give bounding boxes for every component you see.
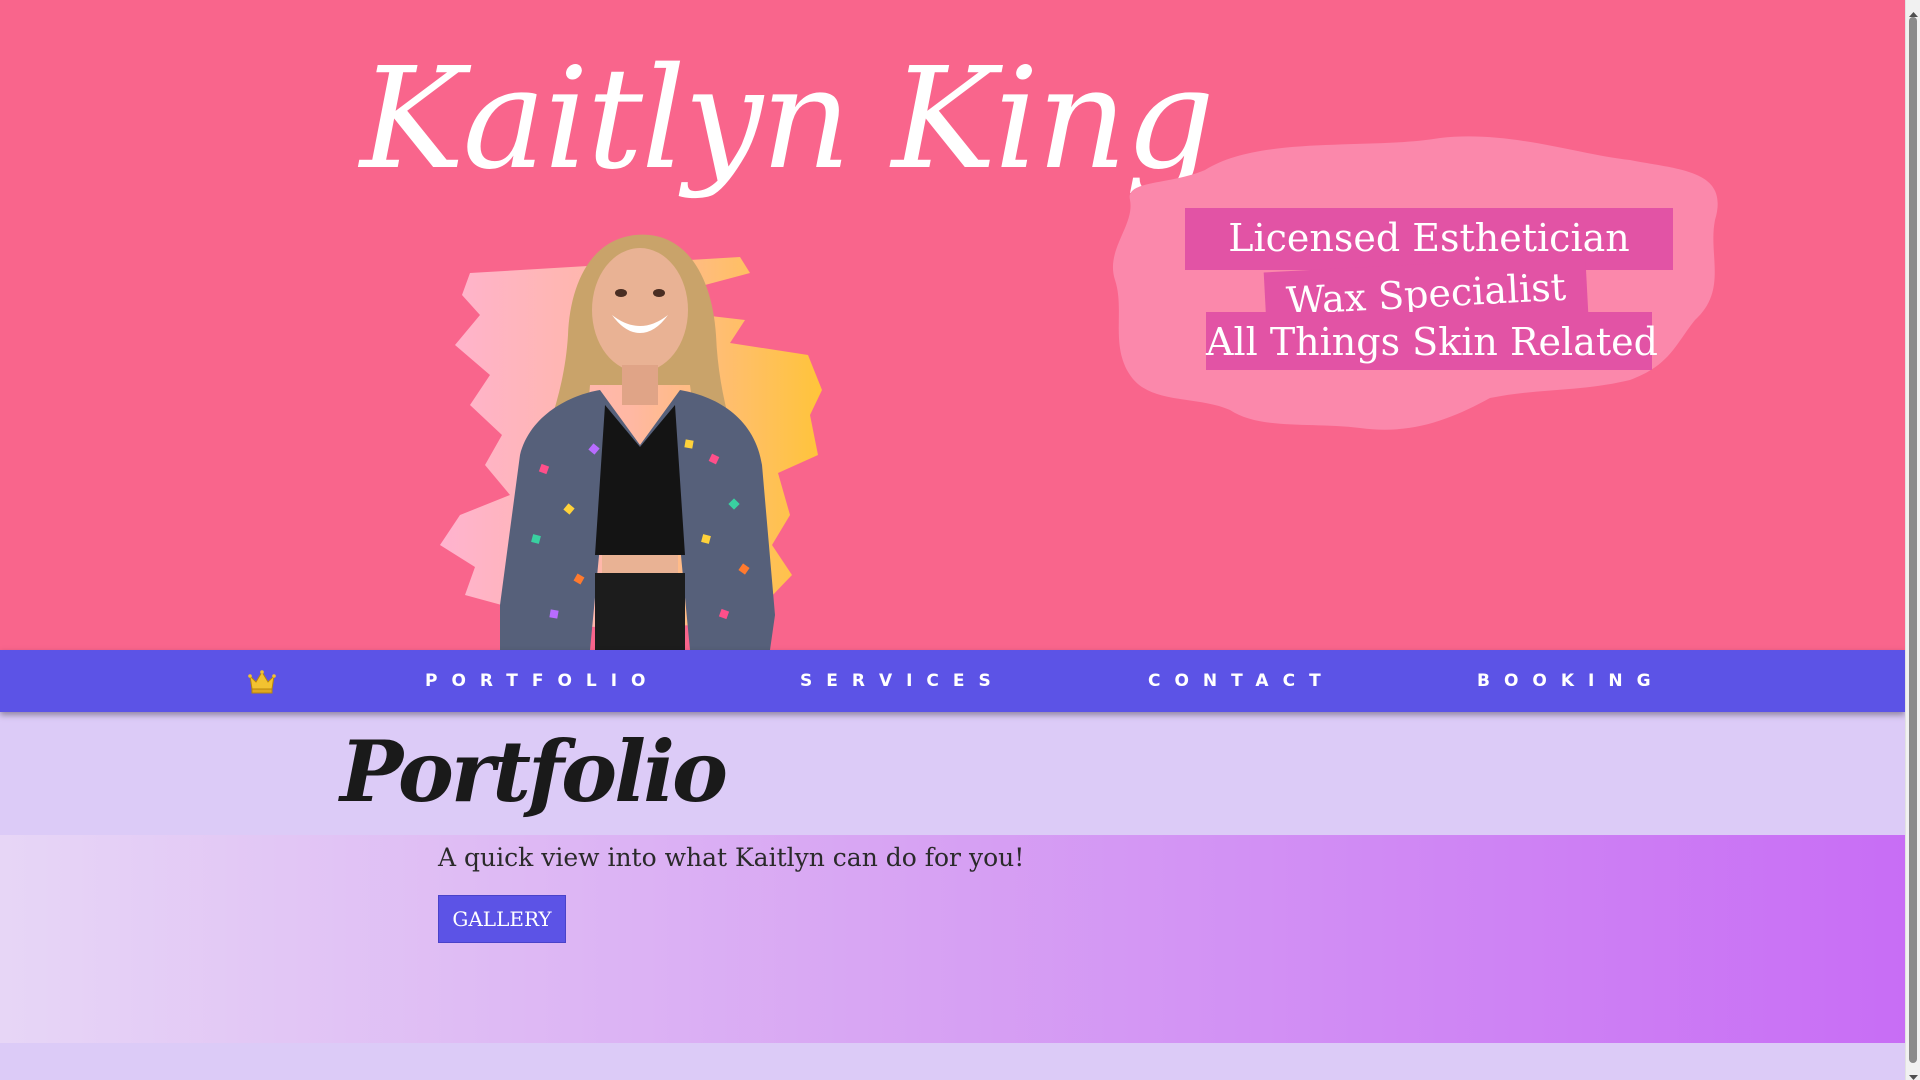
- scrollbar-thumb[interactable]: [1909, 17, 1917, 1063]
- portfolio-description: A quick view into what Kaitlyn can do fo…: [438, 843, 1025, 872]
- tagline-skin-related: All Things Skin Related: [1206, 312, 1658, 370]
- nav-services[interactable]: SERVICES: [800, 650, 1005, 712]
- scroll-up-arrow-icon[interactable]: [1909, 4, 1918, 17]
- next-section-title-partial: [1375, 1055, 1455, 1080]
- vertical-scrollbar[interactable]: [1905, 0, 1920, 1080]
- nav-contact[interactable]: CONTACT: [1148, 650, 1335, 712]
- hero-section: Kaitlyn King Licensed Esthetician Wax Sp…: [0, 0, 1905, 650]
- nav-portfolio[interactable]: PORTFOLIO: [425, 650, 660, 712]
- page: Kaitlyn King Licensed Esthetician Wax Sp…: [0, 0, 1905, 1080]
- gallery-button[interactable]: GALLERY: [438, 895, 566, 943]
- main-nav: PORTFOLIO SERVICES CONTACT BOOKING: [0, 650, 1905, 712]
- profile-photo: [440, 215, 960, 650]
- crown-icon[interactable]: [248, 668, 276, 694]
- tagline-group: Licensed Esthetician Wax Specialist All …: [1110, 130, 1730, 450]
- tagline-licensed-esthetician: Licensed Esthetician: [1185, 208, 1673, 270]
- nav-booking[interactable]: BOOKING: [1477, 650, 1665, 712]
- scroll-down-arrow-icon[interactable]: [1909, 1067, 1918, 1080]
- portfolio-title: Portfolio: [340, 722, 728, 821]
- hero-title: Kaitlyn King: [360, 38, 1215, 201]
